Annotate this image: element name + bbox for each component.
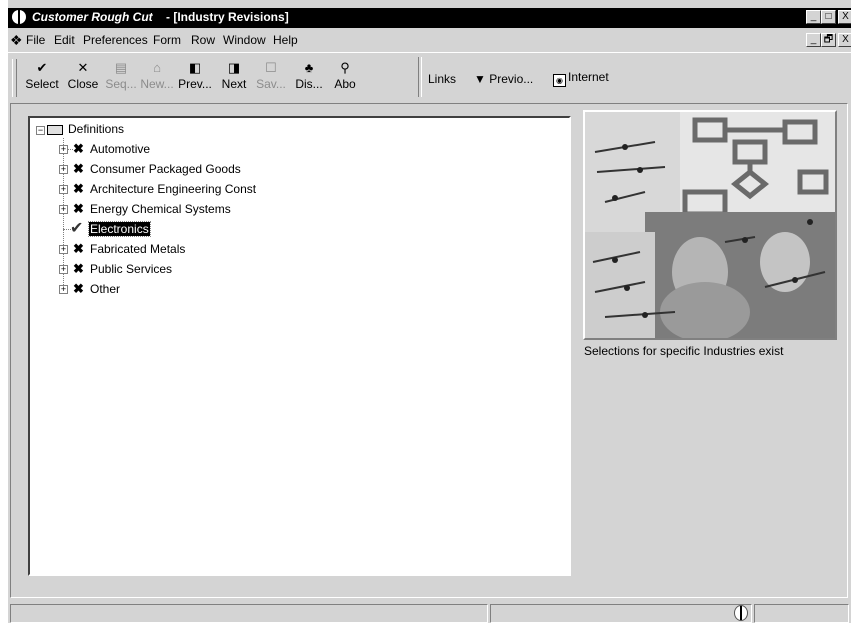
- menu-bar: ❖ File Edit Preferences Form Row Window …: [8, 30, 851, 50]
- menu-row[interactable]: Row: [191, 33, 215, 47]
- checkmark-icon: ✔: [70, 220, 84, 237]
- expand-icon[interactable]: +: [59, 265, 68, 274]
- expand-icon[interactable]: +: [59, 205, 68, 214]
- x-mark-icon: ✖: [73, 261, 84, 276]
- menu-preferences[interactable]: Preferences: [83, 33, 148, 47]
- x-icon: ✕: [77, 60, 89, 75]
- sequence-label: Seq...: [105, 77, 137, 91]
- application-window: Customer Rough Cut - [Industry Revisions…: [8, 0, 851, 623]
- help-icon: ⚲: [340, 60, 350, 75]
- close-label: Close: [67, 77, 99, 91]
- about-button[interactable]: ⚲ Abo: [330, 59, 360, 97]
- display-icon: ♣: [304, 60, 314, 75]
- prev-label: Prev...: [178, 77, 212, 91]
- check-icon: ✔: [36, 60, 48, 75]
- expand-icon[interactable]: +: [59, 165, 68, 174]
- save-label: Sav...: [256, 77, 286, 91]
- menu-edit[interactable]: Edit: [54, 33, 75, 47]
- internet-label: Internet: [568, 70, 609, 84]
- display-label: Dis...: [295, 77, 323, 91]
- x-mark-icon: ✖: [73, 141, 84, 156]
- globe-icon: [734, 605, 748, 621]
- previous-link-label: Previo...: [489, 72, 534, 86]
- title-bar: Customer Rough Cut - [Industry Revisions…: [8, 8, 851, 28]
- select-button[interactable]: ✔ Select: [22, 59, 62, 97]
- mdi-close-button[interactable]: X: [838, 33, 851, 47]
- close-window-button[interactable]: X: [838, 10, 851, 24]
- status-bar: [8, 602, 851, 623]
- menu-help[interactable]: Help: [273, 33, 298, 47]
- tree-item-architecture-engineering-const[interactable]: Architecture Engineering Const: [90, 180, 256, 198]
- app-title: Customer Rough Cut: [32, 10, 153, 24]
- form-title: - [Industry Revisions]: [166, 10, 289, 24]
- close-button[interactable]: ✕ Close: [64, 59, 102, 97]
- minimize-button[interactable]: _: [806, 10, 821, 24]
- tree-item-public-services[interactable]: Public Services: [90, 260, 172, 278]
- x-mark-icon: ✖: [73, 161, 84, 176]
- menu-window[interactable]: Window: [223, 33, 266, 47]
- collapse-icon[interactable]: −: [36, 126, 45, 135]
- x-mark-icon: ✖: [73, 281, 84, 296]
- tree-item-energy-chemical-systems[interactable]: Energy Chemical Systems: [90, 200, 231, 218]
- save-button[interactable]: ☐ Sav...: [254, 59, 288, 97]
- next-label: Next: [221, 77, 247, 91]
- expand-icon[interactable]: +: [59, 285, 68, 294]
- mdi-minimize-button[interactable]: _: [806, 33, 821, 47]
- maximize-button[interactable]: □: [821, 10, 836, 24]
- toolbar: ✔ Select ✕ Close ▤ Seq... ⌂ New... ◧ Pre…: [8, 52, 851, 101]
- expand-icon[interactable]: +: [59, 245, 68, 254]
- toolbar-grip: [12, 59, 17, 97]
- menu-file[interactable]: File: [26, 33, 45, 47]
- display-button[interactable]: ♣ Dis...: [291, 59, 327, 97]
- side-panel-caption: Selections for specific Industries exist: [584, 344, 784, 358]
- sequence-button[interactable]: ▤ Seq...: [104, 59, 138, 97]
- app-globe-icon: [12, 10, 26, 24]
- industry-tree[interactable]: − Definitions + ✖ Automotive + ✖ Consume…: [28, 116, 571, 576]
- next-button[interactable]: ◨ Next: [217, 59, 251, 97]
- doc-icon: ▤: [114, 60, 128, 75]
- tree-item-electronics[interactable]: Electronics: [88, 220, 151, 238]
- expand-icon[interactable]: +: [59, 185, 68, 194]
- internet-icon: ◉: [553, 74, 566, 87]
- links-menu[interactable]: Links: [428, 72, 456, 86]
- toolbar-separator: [418, 57, 422, 97]
- collage-graphic: [585, 112, 835, 338]
- open-folder-icon: [47, 125, 63, 135]
- next-icon: ◨: [227, 60, 241, 75]
- x-mark-icon: ✖: [73, 201, 84, 216]
- expand-icon[interactable]: +: [59, 145, 68, 154]
- status-panel-right: [754, 604, 849, 623]
- new-label: New...: [140, 77, 174, 91]
- menu-form[interactable]: Form: [153, 33, 181, 47]
- tree-item-consumer-packaged-goods[interactable]: Consumer Packaged Goods: [90, 160, 241, 178]
- tree-root-definitions[interactable]: Definitions: [68, 120, 124, 138]
- tree-item-automotive[interactable]: Automotive: [90, 140, 150, 158]
- mdi-restore-button[interactable]: 🗗: [821, 33, 836, 47]
- save-icon: ☐: [265, 60, 277, 75]
- selected-item-label: Electronics: [88, 221, 151, 237]
- status-panel-main: [10, 604, 488, 623]
- select-label: Select: [25, 77, 59, 91]
- form-system-icon[interactable]: ❖: [10, 32, 23, 49]
- prev-icon: ◧: [188, 60, 202, 75]
- tree-item-other[interactable]: Other: [90, 280, 120, 298]
- x-mark-icon: ✖: [73, 241, 84, 256]
- previous-link-dropdown[interactable]: ▼ Previo...: [474, 72, 533, 86]
- new-button[interactable]: ⌂ New...: [139, 59, 175, 97]
- x-mark-icon: ✖: [73, 181, 84, 196]
- dropdown-arrow-icon: ▼: [474, 72, 486, 86]
- internet-button[interactable]: ◉ Internet: [553, 70, 609, 87]
- status-panel-secondary: [490, 604, 752, 623]
- industry-collage-image: [583, 110, 837, 340]
- about-label: Abo: [334, 77, 356, 91]
- prev-button[interactable]: ◧ Prev...: [176, 59, 214, 97]
- new-icon: ⌂: [153, 60, 161, 75]
- tree-item-fabricated-metals[interactable]: Fabricated Metals: [90, 240, 185, 258]
